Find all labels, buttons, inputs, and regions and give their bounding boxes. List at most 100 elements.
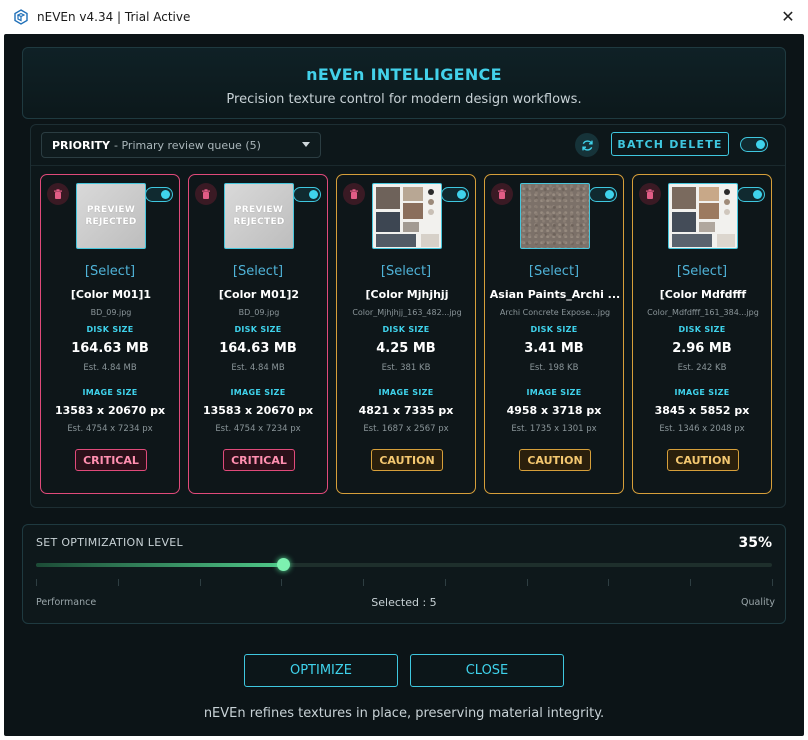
select-link[interactable]: [Select] <box>633 264 771 279</box>
texture-thumbnail <box>372 183 442 249</box>
batch-delete-button[interactable]: BATCH DELETE <box>611 132 729 156</box>
image-size-value: 13583 x 20670 px <box>202 404 314 417</box>
slider-tick <box>526 579 528 586</box>
disk-size-label: DISK SIZE <box>234 325 282 334</box>
texture-card: [Select] [Color Mjhjhjj Color_Mjhjhjj_16… <box>336 174 476 494</box>
slider-tick <box>608 579 610 586</box>
delete-button[interactable] <box>491 183 513 205</box>
delete-button[interactable] <box>195 183 217 205</box>
optimize-button[interactable]: OPTIMIZE <box>244 654 398 687</box>
trash-icon <box>350 188 358 199</box>
trash-icon <box>54 188 62 199</box>
texture-thumbnail <box>668 183 738 249</box>
app-heading: nEVEn INTELLIGENCE <box>306 65 502 84</box>
card-toggle[interactable] <box>589 187 617 202</box>
disk-size-label: DISK SIZE <box>678 325 726 334</box>
file-name: BD_09.jpg <box>90 308 132 317</box>
file-name: Color_Mjhjhjj_163_482...jpg <box>352 308 462 317</box>
slider-tick <box>690 579 692 586</box>
toggle-knob <box>309 190 318 199</box>
toggle-knob <box>605 190 614 199</box>
image-size-label: IMAGE SIZE <box>230 388 286 397</box>
slider-tick <box>772 579 773 586</box>
divider <box>31 165 785 166</box>
toggle-knob <box>753 190 762 199</box>
slider-tick <box>363 579 365 586</box>
status-badge: CAUTION <box>371 449 443 471</box>
disk-size-value: 164.63 MB <box>71 341 149 356</box>
image-size-label: IMAGE SIZE <box>82 388 138 397</box>
image-size-estimate: Est. 4754 x 7234 px <box>215 424 301 434</box>
image-size-value: 13583 x 20670 px <box>54 404 166 417</box>
texture-name: Asian Paints_Archi ... <box>489 288 621 301</box>
select-link[interactable]: [Select] <box>337 264 475 279</box>
file-name: Archi Concrete Expose...jpg <box>499 308 611 317</box>
toggle-knob <box>457 190 466 199</box>
texture-card: PREVIEW REJECTED [Select] [Color M01]1 BD… <box>40 174 180 494</box>
image-size-value: 3845 x 5852 px <box>654 404 750 417</box>
refresh-icon <box>581 139 593 151</box>
file-name: Color_Mdfdfff_161_384...jpg <box>647 308 759 317</box>
footer-text: nEVEn refines textures in place, preserv… <box>203 706 605 721</box>
image-size-label: IMAGE SIZE <box>378 388 434 397</box>
priority-dropdown[interactable]: PRIORITY - Primary review queue (5) <box>41 132 321 158</box>
delete-button[interactable] <box>343 183 365 205</box>
disk-size-label: DISK SIZE <box>86 325 134 334</box>
header-banner: nEVEn INTELLIGENCE Precision texture con… <box>22 47 786 119</box>
trash-icon <box>498 188 506 199</box>
image-size-label: IMAGE SIZE <box>526 388 582 397</box>
card-toggle[interactable] <box>737 187 765 202</box>
image-size-estimate: Est. 1687 x 2567 px <box>363 424 449 434</box>
quality-label: Quality <box>741 597 775 608</box>
main-window: nEVEn INTELLIGENCE Precision texture con… <box>4 34 804 736</box>
optimization-title: SET OPTIMIZATION LEVEL <box>36 536 183 549</box>
disk-size-label: DISK SIZE <box>530 325 578 334</box>
moodboard-image <box>672 187 735 247</box>
preview-rejected-label: PREVIEW REJECTED <box>85 205 137 227</box>
refresh-button[interactable] <box>575 133 599 157</box>
delete-button[interactable] <box>639 183 661 205</box>
slider-handle[interactable] <box>276 558 290 571</box>
slider-tick <box>117 579 119 586</box>
disk-size-value: 2.96 MB <box>672 341 732 356</box>
disk-size-value: 3.41 MB <box>524 341 584 356</box>
app-logo-icon <box>14 9 28 25</box>
delete-button[interactable] <box>47 183 69 205</box>
texture-name: [Color Mdfdfff <box>659 288 747 301</box>
disk-size-value: 164.63 MB <box>219 341 297 356</box>
image-size-estimate: Est. 1735 x 1301 px <box>511 424 597 434</box>
card-toggle[interactable] <box>293 187 321 202</box>
texture-card: [Select] [Color Mdfdfff Color_Mdfdfff_16… <box>632 174 772 494</box>
dropdown-value: - Primary review queue (5) <box>114 138 261 152</box>
disk-size-estimate: Est. 4.84 MB <box>83 363 137 373</box>
status-badge: CRITICAL <box>223 449 295 471</box>
texture-card: PREVIEW REJECTED [Select] [Color M01]2 BD… <box>188 174 328 494</box>
title-bar: nEVEn v4.34 | Trial Active ✕ <box>0 0 808 34</box>
selected-count: Selected : 5 <box>371 596 437 609</box>
texture-name: [Color M01]2 <box>218 288 300 301</box>
card-toggle[interactable] <box>441 187 469 202</box>
app-subtitle: Precision texture control for modern des… <box>226 92 582 107</box>
disk-size-value: 4.25 MB <box>376 341 436 356</box>
status-badge: CRITICAL <box>75 449 147 471</box>
queue-toggle[interactable] <box>740 137 768 152</box>
slider-fill <box>36 563 283 567</box>
close-icon[interactable]: ✕ <box>776 5 800 29</box>
image-size-estimate: Est. 1346 x 2048 px <box>659 424 745 434</box>
dropdown-key: PRIORITY <box>52 138 111 152</box>
chevron-down-icon <box>302 142 310 147</box>
disk-size-estimate: Est. 242 KB <box>677 363 727 373</box>
image-size-value: 4958 x 3718 px <box>506 404 602 417</box>
slider-tick <box>36 579 37 586</box>
image-size-value: 4821 x 7335 px <box>358 404 454 417</box>
select-link[interactable]: [Select] <box>485 264 623 279</box>
disk-size-estimate: Est. 198 KB <box>529 363 579 373</box>
optimization-slider[interactable] <box>36 558 772 571</box>
file-name: BD_09.jpg <box>238 308 280 317</box>
close-button[interactable]: CLOSE <box>410 654 564 687</box>
disk-size-estimate: Est. 381 KB <box>381 363 431 373</box>
card-toggle[interactable] <box>145 187 173 202</box>
select-link[interactable]: [Select] <box>41 264 179 279</box>
disk-size-estimate: Est. 4.84 MB <box>231 363 285 373</box>
select-link[interactable]: [Select] <box>189 264 327 279</box>
